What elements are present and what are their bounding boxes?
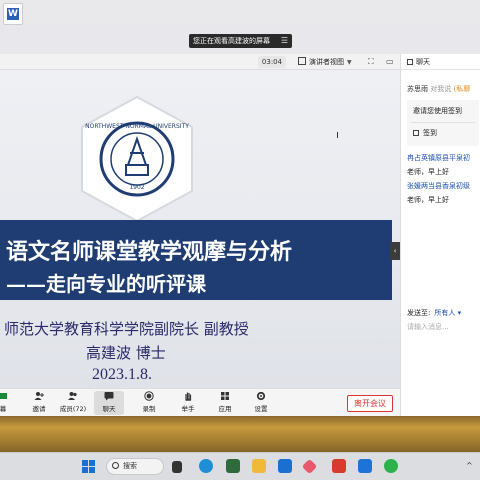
toolbar-record[interactable]: 录制 [134, 391, 164, 413]
chevron-down-icon: ▼ [347, 59, 352, 66]
toolbar-label: 幕 [0, 405, 7, 413]
checkin-label[interactable]: 签到 [423, 128, 437, 138]
tray-overflow-icon[interactable]: ^ [466, 461, 473, 470]
task-view-icon[interactable] [172, 461, 182, 473]
toolbar-label: 邀请 [32, 405, 46, 413]
logo-lettering: NORTHWEST NORMAL UNIVERSITY [85, 123, 189, 130]
app-icon[interactable] [226, 459, 240, 473]
edge-browser-icon[interactable] [199, 459, 213, 473]
fullscreen-icon[interactable]: ⛶ [368, 57, 374, 67]
leave-meeting-button[interactable]: 离开会议 [347, 395, 393, 412]
checkin-icon [413, 130, 419, 136]
windows-start-icon[interactable] [82, 460, 95, 473]
chat-icon [104, 392, 114, 401]
view-mode-dropdown[interactable]: 演讲者视图 ▼ [309, 56, 352, 69]
grid-icon[interactable]: ☰ [281, 34, 288, 48]
chat-panel: 聊天 苏思雨 对我说 (私聊 邀请您使用签到 签到 冉占英镇原县平泉初 老师，早… [400, 54, 480, 416]
search-icon [112, 462, 119, 469]
message-text: 老师，早上好 [407, 168, 449, 176]
message-text: 老师，早上好 [407, 196, 449, 204]
send-target-dropdown[interactable]: 所有人 ▾ [434, 309, 461, 317]
toolbar-share-screen[interactable]: 幕 [0, 391, 18, 413]
checkin-card[interactable]: 邀请您使用签到 签到 [407, 100, 479, 146]
toolbar-settings[interactable]: 设置 [246, 391, 276, 413]
toolbar-label: 成员(72) [59, 405, 87, 413]
chat-header: 聊天 [401, 54, 480, 70]
screen-share-text: 您正在观看高建波的屏幕 [193, 37, 270, 45]
meeting-topbar: 03:04 演讲者视图 ▼ ⛶ ▭ [0, 54, 400, 70]
toolbar-apps[interactable]: 应用 [210, 391, 240, 413]
toolbar-members[interactable]: 成员(72) [58, 391, 88, 413]
meeting-toolbar: 幕 邀请 成员(72) 聊天 录制 举手 应用 设置 离开会议 [0, 388, 400, 416]
message-sender: 冉占英镇原县平泉初 [407, 154, 470, 162]
toolbar-label: 设置 [254, 405, 268, 413]
toolbar-label: 聊天 [102, 405, 116, 413]
mouse-cursor-icon [337, 132, 341, 138]
search-label: 搜索 [123, 462, 137, 470]
shared-slide: NORTHWEST NORMAL UNIVERSITY 1902 语文名师课堂教… [0, 70, 400, 388]
sender-name: 苏思雨 [407, 85, 428, 93]
hand-icon [185, 392, 192, 401]
toolbar-raise-hand[interactable]: 举手 [173, 391, 203, 413]
university-logo: NORTHWEST NORMAL UNIVERSITY 1902 [81, 95, 193, 223]
screen-share-banner: 您正在观看高建波的屏幕 ☰ [189, 34, 292, 48]
taskbar: 搜索 ^ [0, 452, 480, 480]
presenter-affiliation: 师范大学教育科学学院副院长 副教授 [4, 320, 249, 338]
taskbar-search[interactable]: 搜索 [106, 458, 164, 475]
presentation-date: 2023.1.8. [92, 366, 152, 383]
chat-panel-icon [407, 59, 413, 65]
view-mode-label: 演讲者视图 [309, 58, 344, 66]
file-explorer-icon[interactable] [252, 459, 266, 473]
logo-year: 1902 [129, 184, 144, 191]
private-message-header: 苏思雨 对我说 (私聊 [407, 84, 480, 94]
members-icon [68, 392, 77, 400]
toolbar-label: 录制 [142, 405, 156, 413]
record-icon [144, 391, 154, 401]
toolbar-invite[interactable]: 邀请 [24, 391, 54, 413]
collapse-panel-arrow[interactable]: ‹ [390, 242, 400, 260]
toolbar-label: 举手 [181, 405, 195, 413]
invite-icon [34, 392, 44, 400]
chat-title: 聊天 [416, 58, 430, 66]
screen-icon [0, 393, 7, 399]
send-to-label: 发送至: [407, 309, 431, 317]
layout-icon[interactable] [298, 57, 306, 65]
wechat-icon[interactable] [384, 459, 398, 473]
divider [411, 122, 475, 123]
apps-icon [221, 392, 229, 400]
tencent-meeting-icon[interactable] [358, 459, 372, 473]
slide-title: 语文名师课堂教学观摩与分析 [6, 239, 293, 265]
meeting-window: 03:04 演讲者视图 ▼ ⛶ ▭ NORTHWEST NORMAL UNIVER… [0, 54, 480, 416]
checkin-invite-text: 邀请您使用签到 [413, 107, 462, 115]
settings-icon [256, 391, 266, 401]
meeting-timer: 03:04 [258, 56, 286, 68]
chat-input[interactable]: 请输入消息... [407, 322, 449, 332]
wps-office-icon[interactable] [332, 459, 346, 473]
message-sender: 张媛两当县香泉初级 [407, 182, 470, 190]
word-document-icon[interactable] [3, 3, 23, 25]
app-icon[interactable] [301, 458, 318, 475]
toolbar-chat[interactable]: 聊天 [94, 391, 124, 415]
send-to-row: 发送至: 所有人 ▾ [407, 308, 461, 318]
window-icon[interactable]: ▭ [386, 57, 394, 66]
slide-subtitle: ——走向专业的听评课 [6, 272, 206, 296]
direction-label: 对我说 [428, 85, 452, 93]
toolbar-label: 应用 [218, 405, 232, 413]
presenter-name: 高建波 博士 [86, 344, 166, 362]
store-icon[interactable] [278, 459, 292, 473]
private-tag: (私聊 [451, 85, 471, 93]
